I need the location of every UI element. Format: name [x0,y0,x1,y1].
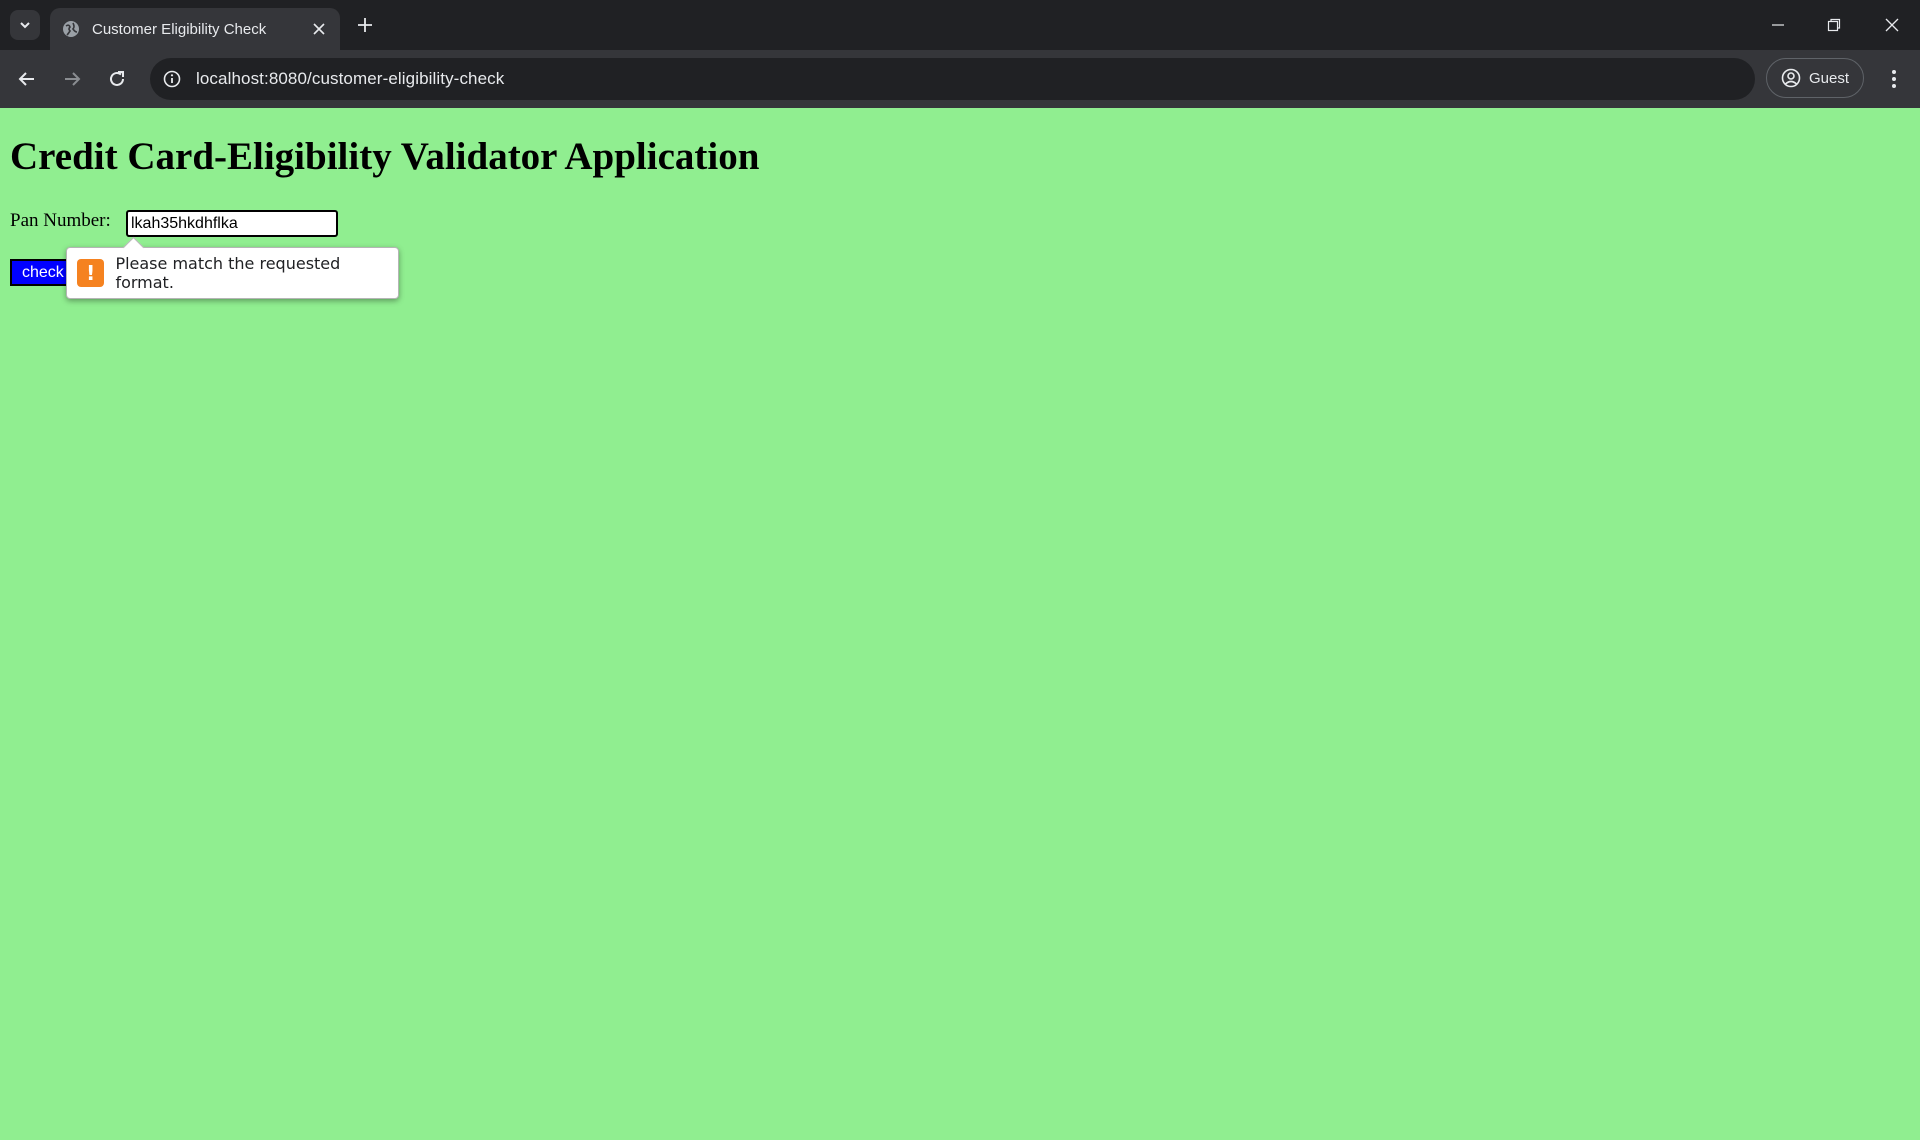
page-title: Credit Card-Eligibility Validator Applic… [10,135,760,178]
minimize-button[interactable] [1750,0,1806,50]
tab-strip: Customer Eligibility Check [0,0,1920,50]
new-tab-button[interactable] [351,11,379,39]
globe-icon [62,20,80,38]
browser-toolbar: localhost:8080/customer-eligibility-chec… [0,50,1920,108]
chevron-down-icon [20,22,30,29]
arrow-right-icon [65,72,81,86]
profile-label: Guest [1808,69,1850,87]
reload-button[interactable] [101,63,133,95]
arrow-left-icon [18,72,34,86]
more-vertical-icon [1892,70,1896,88]
pan-number-label: Pan Number: [10,210,111,231]
tab-search-button[interactable] [10,10,40,40]
back-button[interactable] [11,63,43,95]
pan-number-input[interactable] [126,210,338,237]
info-icon[interactable] [158,65,186,93]
minimize-icon [1772,24,1784,26]
reload-icon [110,71,124,86]
close-window-button[interactable] [1864,0,1920,50]
restore-icon [1827,18,1841,32]
close-tab-icon[interactable] [308,18,330,40]
validation-message: Please match the requested format. [115,254,341,292]
browser-tab[interactable]: Customer Eligibility Check [50,8,340,50]
page-viewport: Credit Card-Eligibility Validator Applic… [0,108,1920,1140]
warning-icon: ! [77,259,105,287]
validation-tooltip: ! Please match the requested format. [66,236,399,299]
tab-title: Customer Eligibility Check [92,20,267,38]
close-icon [1885,18,1899,32]
forward-button[interactable] [56,63,88,95]
url-text: localhost:8080/customer-eligibility-chec… [196,69,505,88]
address-bar[interactable]: localhost:8080/customer-eligibility-chec… [150,58,1755,100]
profile-button[interactable]: Guest [1766,58,1864,98]
browser-menu-button[interactable] [1878,63,1910,95]
plus-icon [358,18,372,32]
restore-button[interactable] [1806,0,1862,50]
account-circle-icon [1781,68,1801,88]
